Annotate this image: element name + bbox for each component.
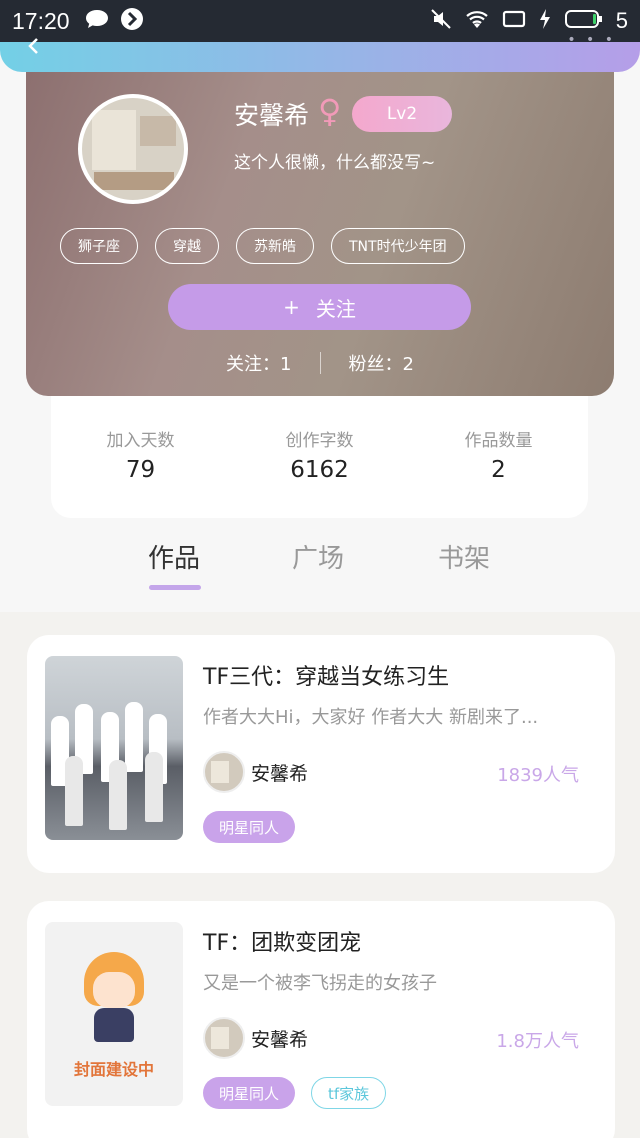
stat-value: 79: [125, 457, 156, 483]
book-description: 又是一个被李飞拐走的女孩子: [203, 973, 437, 994]
profile-tags: 狮子座 穿越 苏新皓 TNT时代少年团: [60, 228, 465, 264]
fans-count[interactable]: 粉丝：2: [349, 350, 414, 376]
popularity-count: 1839人气: [497, 765, 579, 786]
book-tag[interactable]: 明星同人: [203, 1077, 296, 1109]
cover-placeholder-text: 封面建设中: [73, 1060, 154, 1079]
status-bar: 17:20 5: [0, 0, 640, 42]
popularity-count: 1.8万人气: [496, 1031, 579, 1052]
tab-square[interactable]: 广场: [292, 538, 344, 575]
header-gradient-bar: [0, 42, 640, 72]
stat-word-count: 创作字数 6162: [240, 426, 400, 518]
book-title[interactable]: TF：团欺变团宠: [203, 925, 361, 957]
avatar[interactable]: [78, 94, 188, 204]
stat-label: 加入天数: [106, 431, 175, 451]
stat-works-count: 作品数量 2: [419, 426, 579, 518]
active-tab-indicator: [149, 585, 201, 590]
user-bio: 这个人很懒，什么都没写~: [234, 153, 436, 173]
book-tag[interactable]: 明星同人: [203, 811, 296, 843]
profile-card: 安馨希 ♀ Lv2 这个人很懒，什么都没写~ 狮子座 穿越 苏新皓 TNT时代少…: [26, 58, 614, 396]
book-card[interactable]: TF三代：穿越当女练习生 作者大大Hi，大家好 作者大大 新剧来了... 安馨希…: [27, 635, 615, 873]
tab-bar: 作品 广场 书架: [0, 538, 640, 608]
back-icon[interactable]: [26, 36, 40, 60]
plus-icon: +: [283, 295, 300, 319]
follow-button[interactable]: + 关注: [168, 284, 471, 330]
female-icon: ♀: [318, 92, 342, 130]
follow-stats: 关注：1 粉丝：2: [26, 350, 614, 376]
author-avatar: [203, 1017, 245, 1059]
user-name: 安馨希: [234, 101, 310, 130]
book-cover[interactable]: [45, 656, 183, 840]
divider: [319, 352, 321, 374]
book-title[interactable]: TF三代：穿越当女练习生: [203, 659, 449, 691]
charging-icon: [538, 8, 552, 34]
mute-icon: [430, 8, 452, 34]
tab-bookshelf[interactable]: 书架: [438, 538, 490, 575]
book-description: 作者大大Hi，大家好 作者大大 新剧来了...: [203, 707, 539, 728]
battery-icon: [564, 8, 604, 34]
stat-join-days: 加入天数 79: [61, 426, 221, 518]
wifi-icon: [464, 8, 490, 34]
stat-value: 2: [491, 457, 506, 483]
stat-label: 作品数量: [464, 431, 533, 451]
book-card[interactable]: 封面建设中 TF：团欺变团宠 又是一个被李飞拐走的女孩子 安馨希 1.8万人气 …: [27, 901, 615, 1138]
profile-tag[interactable]: 穿越: [155, 228, 219, 264]
following-count[interactable]: 关注：1: [226, 350, 291, 376]
app-logo-icon: [120, 7, 144, 35]
author-avatar: [203, 751, 245, 793]
more-icon[interactable]: • • •: [567, 32, 616, 48]
tab-works[interactable]: 作品: [148, 538, 200, 575]
level-badge: Lv2: [352, 96, 452, 132]
stat-value: 6162: [290, 457, 349, 483]
book-tag[interactable]: tf家族: [311, 1077, 387, 1109]
book-cover[interactable]: 封面建设中: [45, 922, 183, 1106]
profile-tag[interactable]: 苏新皓: [236, 228, 314, 264]
placeholder-mascot-icon: [78, 952, 150, 1052]
profile-tag[interactable]: 狮子座: [60, 228, 138, 264]
follow-button-label: 关注: [315, 296, 356, 321]
stat-label: 创作字数: [285, 431, 354, 451]
status-time: 17:20: [12, 7, 70, 34]
stats-card: 加入天数 79 创作字数 6162 作品数量 2: [51, 396, 588, 518]
author-name: 安馨希: [251, 1029, 309, 1051]
screen-rotate-icon: [502, 8, 526, 34]
author-name: 安馨希: [251, 763, 309, 785]
battery-level: 5: [615, 8, 628, 33]
chat-bubble-icon: [84, 8, 110, 34]
profile-tag[interactable]: TNT时代少年团: [331, 228, 465, 264]
